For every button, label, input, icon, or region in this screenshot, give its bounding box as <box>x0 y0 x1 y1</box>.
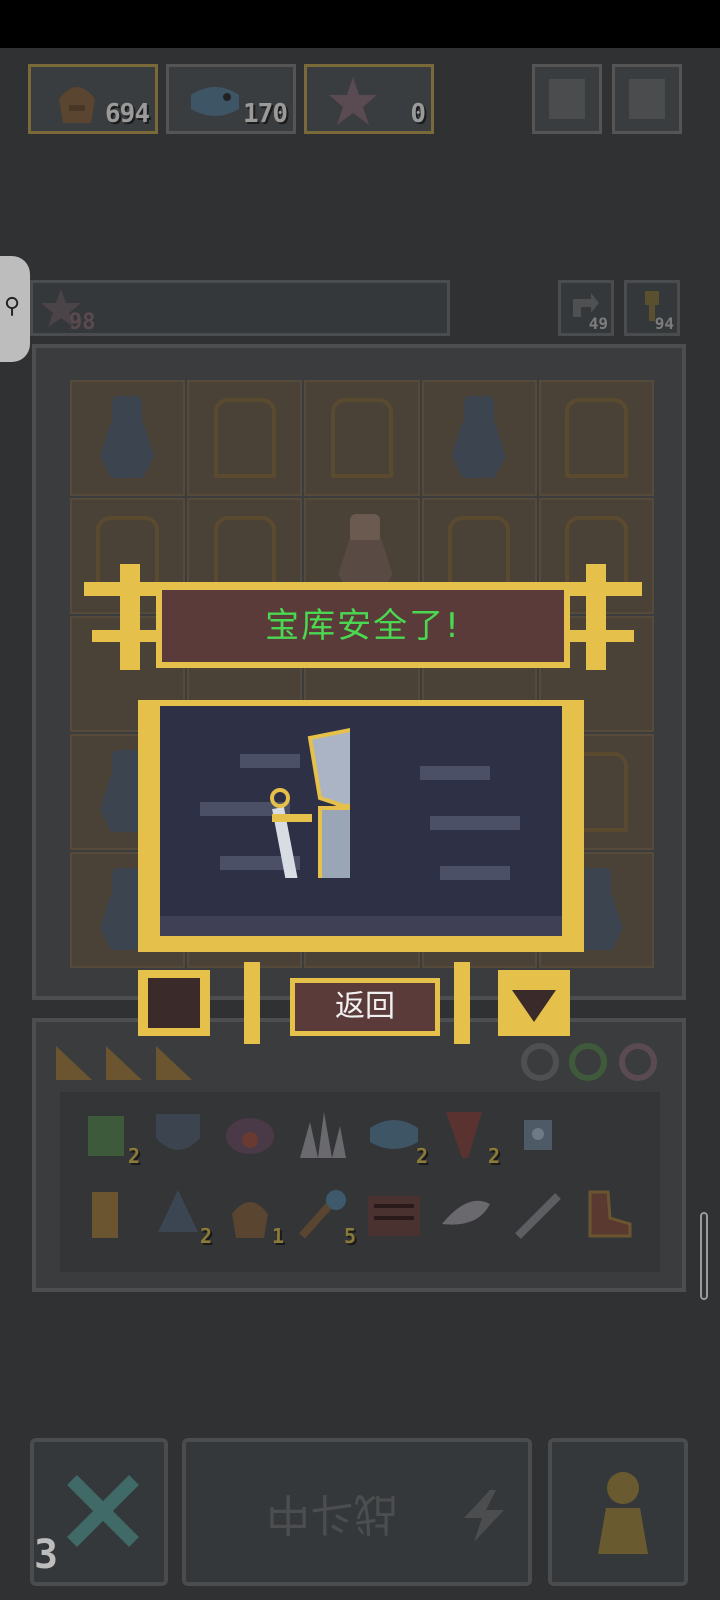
grid-cell[interactable] <box>421 380 537 496</box>
back-post-right <box>454 962 470 1044</box>
back-post-left <box>244 962 260 1044</box>
result-banner: 宝库安全了! <box>84 564 642 682</box>
cross-icon <box>67 1475 139 1547</box>
resource-bread[interactable]: 694 <box>28 64 158 134</box>
crab-bowl-icon <box>226 1118 274 1154</box>
knight-portrait-frame <box>138 700 584 952</box>
empty-slot-icon <box>213 397 276 479</box>
battle-label: 战斗中 <box>266 1488 398 1539</box>
resource-bread-count: 694 <box>105 99 150 129</box>
refresh-button[interactable]: 49 <box>558 280 614 336</box>
key-button[interactable]: 94 <box>624 280 680 336</box>
help-button[interactable] <box>532 64 602 134</box>
inventory-item[interactable] <box>510 1188 566 1242</box>
inventory-item[interactable]: 2 <box>150 1188 212 1248</box>
resource-fish[interactable]: 170 <box>166 64 296 134</box>
diamond-icon <box>512 990 556 1022</box>
guardian-statue-icon <box>92 392 162 482</box>
fish-icon <box>187 75 243 127</box>
star-shard-icon <box>325 75 381 127</box>
sword-icon <box>515 1193 561 1239</box>
wing-feather-icon <box>442 1200 490 1225</box>
grid-cell[interactable] <box>187 380 303 496</box>
inventory-item[interactable] <box>366 1188 422 1242</box>
resource-star-count: 0 <box>410 99 426 129</box>
inventory-grid: 2 2 2 2 1 5 <box>60 1092 660 1272</box>
bookshelf-icon <box>368 1196 420 1236</box>
settings-button[interactable] <box>612 64 682 134</box>
status-bar <box>0 0 720 48</box>
crystal-spikes-icon <box>300 1112 346 1158</box>
hero-info-button[interactable] <box>138 970 210 1036</box>
knight-portrait <box>160 706 562 936</box>
guardian-statue-icon <box>444 392 514 482</box>
inventory-item[interactable]: 1 <box>222 1188 284 1248</box>
inventory-item[interactable] <box>78 1188 134 1242</box>
banner-post-right <box>586 564 606 670</box>
grid-cell[interactable] <box>538 380 654 496</box>
gem-slots <box>521 1043 657 1081</box>
pine-tree-icon <box>158 1190 198 1232</box>
lightning-icon <box>464 1490 504 1542</box>
green-potion-icon <box>88 1116 124 1156</box>
modal-title: 宝库安全了! <box>265 606 461 646</box>
resource-star[interactable]: 0 <box>304 64 434 134</box>
back-button[interactable]: 返回 <box>290 978 440 1036</box>
inventory-item[interactable] <box>510 1108 566 1162</box>
boot-icon <box>588 1190 632 1238</box>
grid-cell[interactable] <box>304 380 420 496</box>
resource-fish-count: 170 <box>243 99 288 129</box>
blue-fish-icon <box>370 1120 418 1149</box>
turn-counter: 3 <box>34 1532 59 1578</box>
back-button-label: 返回 <box>335 989 395 1024</box>
inventory-item[interactable]: 2 <box>366 1108 428 1168</box>
gem-button[interactable] <box>498 970 570 1036</box>
scrollbar[interactable] <box>700 1212 708 1300</box>
inventory-item[interactable] <box>580 1188 636 1242</box>
pawn-icon <box>598 1472 648 1554</box>
dungeon-floor <box>160 916 562 936</box>
help-question-icon <box>549 79 585 119</box>
grid-cell[interactable] <box>70 380 186 496</box>
inventory-item[interactable]: 2 <box>438 1108 500 1168</box>
shield-icon <box>156 1114 200 1150</box>
robot-trinket-icon <box>524 1120 552 1150</box>
inventory-item[interactable]: 2 <box>78 1108 140 1168</box>
refresh-count: 49 <box>588 314 608 333</box>
banner-title-box: 宝库安全了! <box>156 584 570 668</box>
star-progress-value: 98 <box>69 310 96 335</box>
inventory-item[interactable] <box>438 1188 494 1242</box>
empty-slot-icon <box>330 397 394 479</box>
bread-bag-icon <box>49 75 105 127</box>
settings-gear-icon <box>629 79 665 119</box>
accessibility-icon: ⚲ <box>4 294 21 319</box>
inventory-item[interactable]: 5 <box>294 1188 356 1248</box>
battle-button[interactable]: 战斗中 <box>182 1438 532 1586</box>
red-horn-icon <box>446 1112 482 1158</box>
scroll-icon <box>92 1192 118 1238</box>
knight-icon <box>270 727 350 878</box>
keyhole-icon <box>148 978 200 1028</box>
empty-slot-icon <box>565 397 628 479</box>
banner-post-left <box>120 564 140 670</box>
star-progress-bar: 98 <box>30 280 450 336</box>
accessibility-tab[interactable]: ⚲ <box>0 256 30 362</box>
inventory-item[interactable] <box>294 1108 350 1162</box>
stamina-wedges <box>56 1046 192 1080</box>
bread-bag-icon <box>232 1202 268 1238</box>
inventory-item[interactable] <box>222 1108 278 1162</box>
inventory-item[interactable] <box>150 1108 206 1162</box>
key-count: 94 <box>654 314 674 333</box>
hero-button[interactable] <box>548 1438 688 1586</box>
magic-orb-staff-icon <box>299 1190 346 1239</box>
